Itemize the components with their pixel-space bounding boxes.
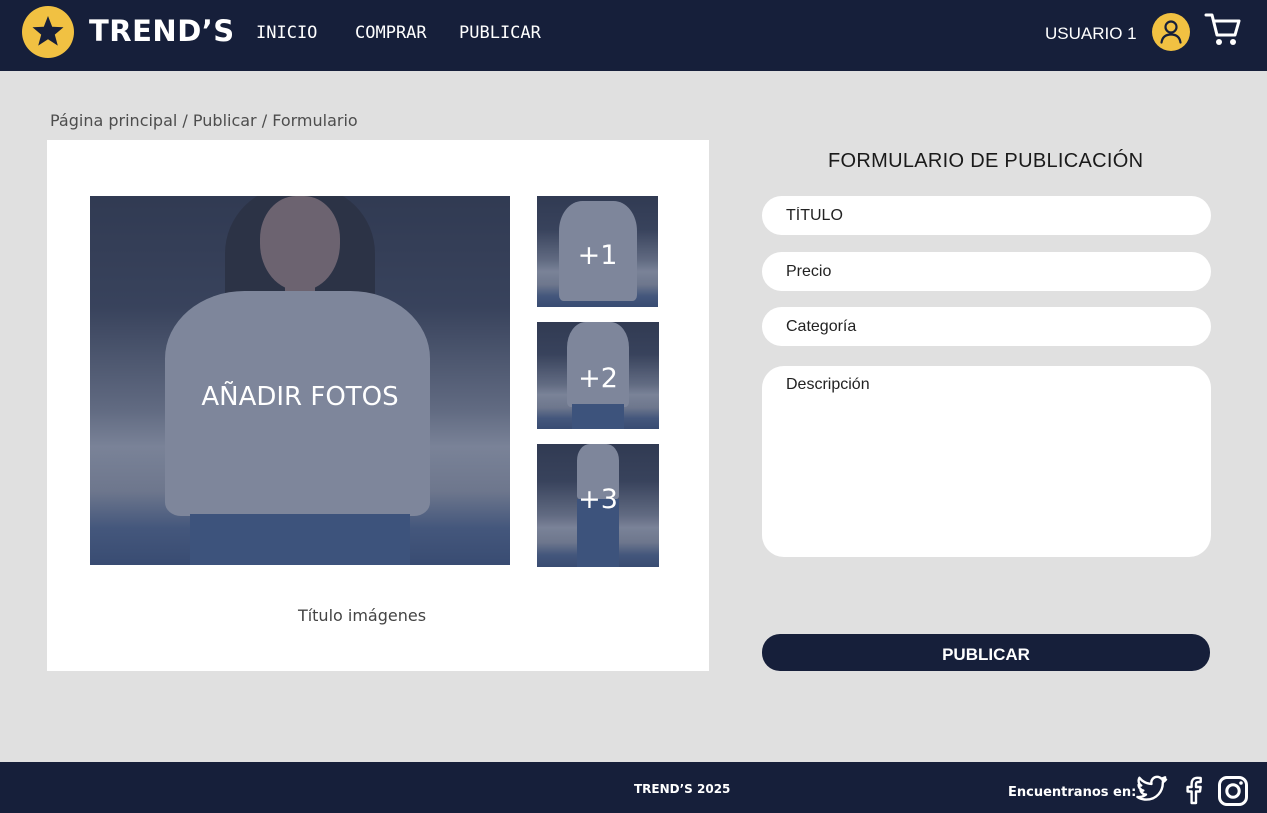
thumbnail-2[interactable]: +2 bbox=[537, 322, 659, 429]
form-title: FORMULARIO DE PUBLICACIÓN bbox=[828, 150, 1144, 172]
title-input[interactable] bbox=[762, 196, 1211, 235]
add-photos-label: AÑADIR FOTOS bbox=[201, 382, 399, 412]
photo-overlay bbox=[90, 196, 510, 565]
twitter-icon[interactable] bbox=[1135, 775, 1168, 808]
breadcrumb[interactable]: Página principal / Publicar / Formulario bbox=[50, 111, 358, 130]
footer: TREND’S 2025 Encuentranos en: bbox=[0, 762, 1267, 813]
description-textarea[interactable] bbox=[762, 366, 1211, 557]
facebook-icon[interactable] bbox=[1182, 775, 1204, 810]
user-name[interactable]: USUARIO 1 bbox=[1045, 24, 1137, 44]
thumbnail-count: +1 bbox=[577, 240, 618, 271]
thumbnail-1[interactable]: +1 bbox=[537, 196, 658, 307]
nav-comprar[interactable]: COMPRAR bbox=[355, 23, 427, 43]
nav-inicio[interactable]: INICIO bbox=[256, 23, 317, 43]
top-navbar: TREND’S INICIO COMPRAR PUBLICAR USUARIO … bbox=[0, 0, 1267, 71]
publish-button[interactable]: PUBLICAR bbox=[762, 634, 1210, 671]
images-title: Título imágenes bbox=[297, 606, 427, 625]
category-input[interactable] bbox=[762, 307, 1211, 346]
nav-publicar[interactable]: PUBLICAR bbox=[459, 23, 541, 43]
thumbnail-3[interactable]: +3 bbox=[537, 444, 659, 567]
shopping-cart-icon[interactable] bbox=[1204, 12, 1242, 53]
user-avatar-icon[interactable] bbox=[1152, 13, 1190, 51]
add-photos-dropzone[interactable]: AÑADIR FOTOS bbox=[90, 196, 510, 565]
thumbnail-count: +2 bbox=[578, 363, 618, 394]
instagram-icon[interactable] bbox=[1217, 775, 1249, 812]
thumbnail-count: +3 bbox=[578, 484, 618, 515]
logo-star-icon[interactable] bbox=[22, 6, 74, 58]
copyright: TREND’S 2025 bbox=[634, 782, 731, 796]
find-us-label: Encuentranos en: bbox=[1008, 785, 1137, 800]
price-input[interactable] bbox=[762, 252, 1211, 291]
brand-name[interactable]: TREND’S bbox=[89, 14, 235, 48]
photo-upload-card: AÑADIR FOTOS +1 +2 +3 Título imágenes bbox=[47, 140, 709, 671]
